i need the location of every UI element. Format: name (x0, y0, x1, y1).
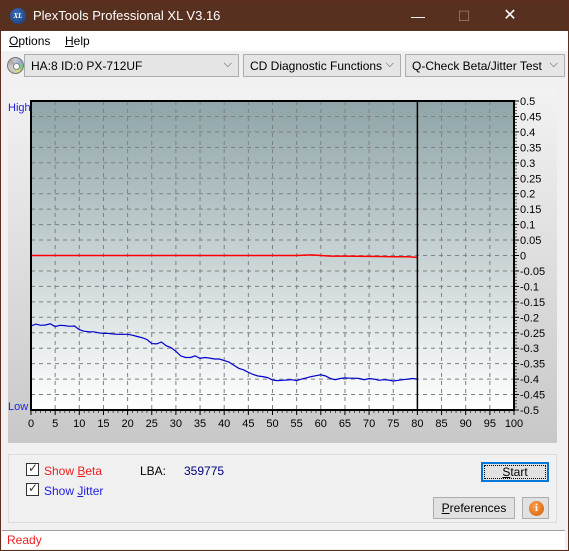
y-axis: 0.5 0.45 0.4 0.35 0.3 0.25 0.2 0.15 0.1 0.05 0 -0.0… (514, 96, 545, 417)
high-label: High (8, 102, 31, 114)
y-tick-label: -0.1 (520, 281, 539, 293)
x-tick-label: 40 (218, 418, 230, 430)
x-tick-label: 90 (460, 418, 472, 430)
x-tick-label: 20 (121, 418, 133, 430)
x-tick-label: 25 (146, 418, 158, 430)
low-label: Low (8, 401, 29, 413)
preferences-label: references (449, 501, 507, 515)
status-bar: Ready (2, 530, 565, 549)
y-tick-label: -0.2 (520, 312, 539, 324)
info-button[interactable]: i (522, 497, 549, 519)
show-jitter-text-rest: itter (83, 484, 104, 498)
x-tick-label: 60 (315, 418, 327, 430)
y-tick-label: -0.45 (520, 390, 545, 402)
y-tick-label: -0.15 (520, 297, 545, 309)
start-button[interactable]: Start (481, 462, 549, 482)
x-tick-label: 75 (387, 418, 399, 430)
focus-rect (484, 465, 546, 479)
x-tick-label: 35 (194, 418, 206, 430)
y-tick-label: 0.1 (520, 220, 535, 232)
show-jitter-label[interactable]: Show Jitter (44, 484, 103, 498)
y-tick-label: -0.35 (520, 359, 545, 371)
beta-jitter-chart: 0.5 0.45 0.4 0.35 0.3 0.25 0.2 0.15 0.1 0.05 0 -0.0… (28, 96, 545, 430)
x-tick-label: 0 (28, 418, 34, 430)
y-tick-label: 0 (520, 251, 526, 263)
x-tick-label: 95 (484, 418, 496, 430)
y-tick-label: 0.45 (520, 111, 541, 123)
y-tick-label: 0.25 (520, 173, 541, 185)
show-beta-label[interactable]: Show Beta (44, 464, 102, 478)
x-tick-label: 55 (291, 418, 303, 430)
show-beta-text: Show (44, 464, 78, 478)
lba-label: LBA: (140, 464, 167, 478)
preferences-mnemonic: P (441, 501, 450, 515)
x-tick-label: 5 (52, 418, 58, 430)
show-jitter-text: Show (44, 484, 78, 498)
x-tick-label: 70 (363, 418, 375, 430)
y-tick-label: 0.15 (520, 204, 541, 216)
info-icon: i (529, 501, 544, 516)
y-tick-label: -0.3 (520, 343, 539, 355)
x-tick-label: 45 (242, 418, 254, 430)
show-beta-checkbox[interactable] (26, 461, 39, 476)
y-tick-label: 0.5 (520, 96, 535, 108)
preferences-button[interactable]: Preferences (433, 497, 515, 519)
lba-value: 359775 (184, 464, 225, 478)
x-tick-label: 50 (266, 418, 278, 430)
y-tick-label: 0.35 (520, 142, 541, 154)
y-tick-label: 0.2 (520, 189, 535, 201)
y-tick-label: -0.25 (520, 328, 545, 340)
y-tick-label: -0.5 (520, 405, 539, 417)
y-tick-label: 0.3 (520, 158, 535, 170)
y-tick-label: -0.05 (520, 266, 545, 278)
y-tick-label: 0.05 (520, 235, 541, 247)
x-tick-label: 100 (505, 418, 523, 430)
show-beta-text-rest: eta (85, 464, 103, 478)
status-text: Ready (7, 533, 42, 547)
x-tick-label: 65 (339, 418, 351, 430)
show-jitter-checkbox[interactable] (26, 481, 39, 496)
x-tick-label: 15 (97, 418, 109, 430)
x-axis: 0 5 10 15 20 25 30 35 40 45 50 55 60 65 70 75 80 85 90 95 10… (28, 410, 523, 430)
y-tick-label: -0.4 (520, 374, 539, 386)
x-tick-label: 80 (411, 418, 423, 430)
y-tick-label: 0.4 (520, 127, 535, 139)
x-tick-label: 85 (435, 418, 447, 430)
x-tick-label: 30 (170, 418, 182, 430)
x-tick-label: 10 (73, 418, 85, 430)
